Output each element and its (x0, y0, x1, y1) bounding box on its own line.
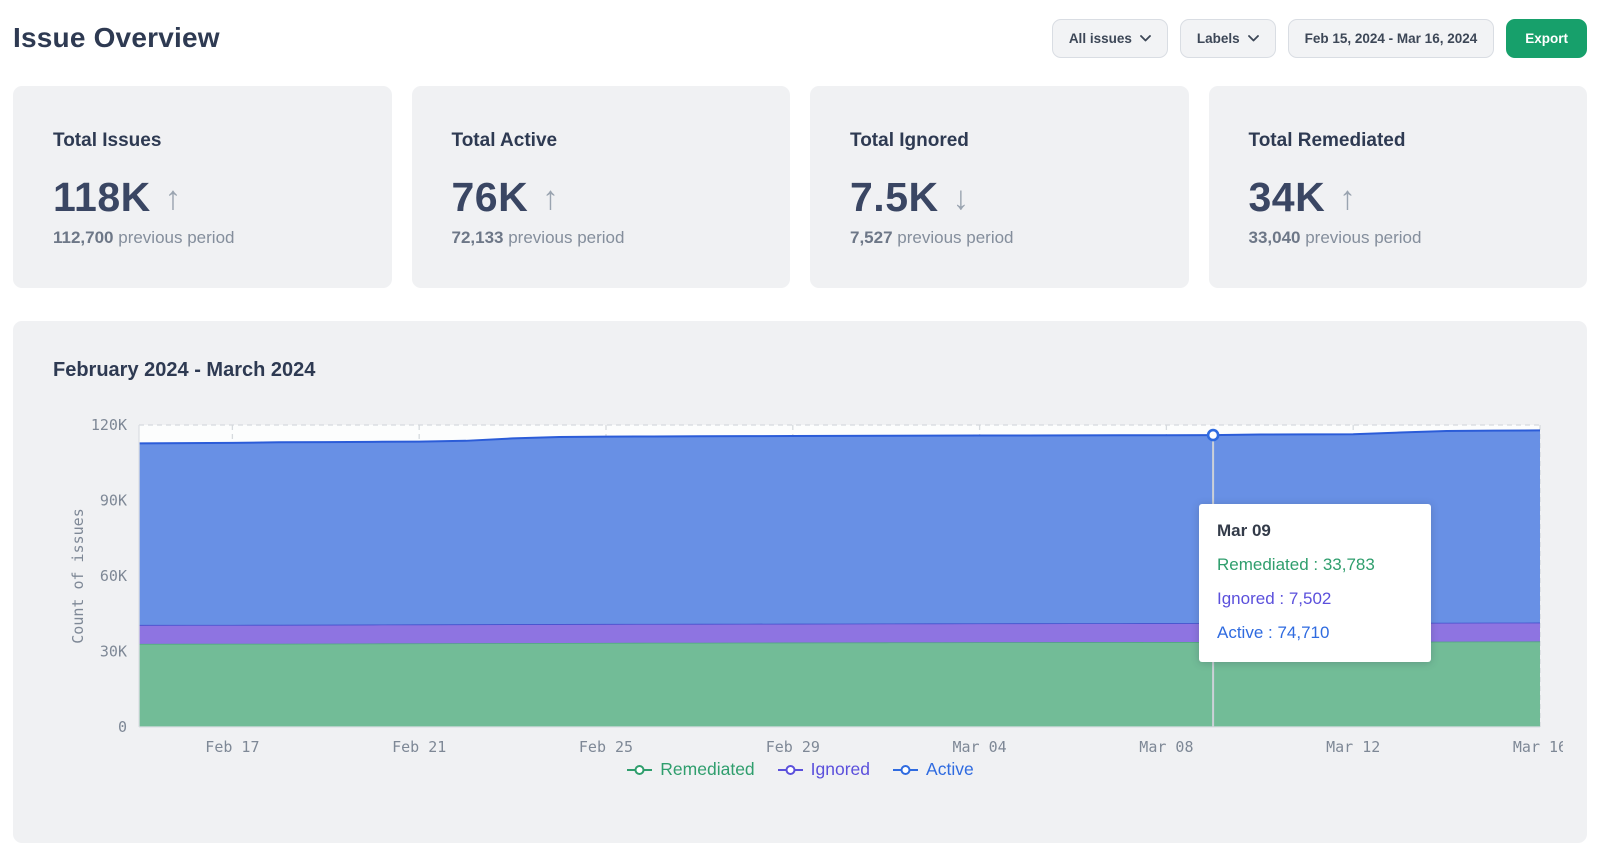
tooltip-active-value: Active : 74,710 (1217, 623, 1413, 643)
date-range-label: Feb 15, 2024 - Mar 16, 2024 (1305, 31, 1478, 46)
stat-value: 34K (1249, 174, 1326, 221)
svg-text:Feb 17: Feb 17 (205, 738, 259, 756)
stat-previous-period: 7,527 previous period (850, 228, 1149, 248)
stat-previous-label: previous period (504, 228, 625, 247)
svg-text:Mar 12: Mar 12 (1326, 738, 1380, 756)
tooltip-date: Mar 09 (1217, 521, 1413, 541)
legend-marker-icon (892, 764, 919, 776)
chevron-down-icon (1140, 35, 1151, 42)
issues-filter-dropdown[interactable]: All issues (1052, 19, 1168, 58)
stat-previous-label: previous period (1301, 228, 1422, 247)
labels-filter-label: Labels (1197, 31, 1240, 46)
stat-previous-label: previous period (893, 228, 1014, 247)
issues-chart-card: February 2024 - March 2024 0 30K 60K 90K 120… (13, 321, 1587, 843)
chart-title: February 2024 - March 2024 (53, 359, 315, 382)
svg-text:Mar 08: Mar 08 (1139, 738, 1193, 756)
chart-tooltip: Mar 09 Remediated : 33,783 Ignored : 7,5… (1199, 504, 1431, 662)
stat-card-total-remediated: Total Remediated 34K ↑ 33,040 previous p… (1209, 86, 1588, 288)
stat-title: Total Active (452, 130, 751, 152)
stat-title: Total Issues (53, 130, 352, 152)
svg-text:Feb 21: Feb 21 (392, 738, 446, 756)
stat-previous-period: 72,133 previous period (452, 228, 751, 248)
trend-up-icon: ↑ (1339, 181, 1356, 214)
tooltip-remediated-value: Remediated : 33,783 (1217, 555, 1413, 575)
svg-text:Feb 29: Feb 29 (766, 738, 820, 756)
labels-filter-dropdown[interactable]: Labels (1180, 19, 1276, 58)
trend-down-icon: ↓ (953, 181, 970, 214)
page-title: Issue Overview (13, 22, 220, 54)
stat-card-total-issues: Total Issues 118K ↑ 112,700 previous per… (13, 86, 392, 288)
stat-previous-period: 33,040 previous period (1249, 228, 1548, 248)
legend-item-ignored[interactable]: Ignored (777, 759, 870, 780)
svg-text:Mar 16: Mar 16 (1513, 738, 1563, 756)
svg-text:Count of issues: Count of issues (69, 508, 87, 643)
stat-previous-value: 72,133 (452, 228, 504, 247)
trend-up-icon: ↑ (542, 181, 559, 214)
legend-item-active[interactable]: Active (892, 759, 974, 780)
chevron-down-icon (1248, 35, 1259, 42)
svg-text:60K: 60K (100, 567, 127, 585)
svg-text:120K: 120K (91, 416, 127, 434)
legend-item-remediated[interactable]: Remediated (626, 759, 754, 780)
legend-label: Remediated (660, 759, 754, 780)
stat-previous-value: 112,700 (53, 228, 114, 247)
legend-marker-icon (626, 764, 653, 776)
chart-legend: Remediated Ignored Active (13, 759, 1587, 780)
svg-text:Mar 04: Mar 04 (953, 738, 1007, 756)
stat-card-total-ignored: Total Ignored 7.5K ↓ 7,527 previous peri… (810, 86, 1189, 288)
date-range-picker[interactable]: Feb 15, 2024 - Mar 16, 2024 (1288, 19, 1495, 58)
svg-text:30K: 30K (100, 643, 127, 661)
stat-value: 76K (452, 174, 529, 221)
header: Issue Overview All issues Labels Feb 15,… (13, 0, 1587, 60)
stat-previous-value: 7,527 (850, 228, 893, 247)
legend-marker-icon (777, 764, 804, 776)
svg-text:Feb 25: Feb 25 (579, 738, 633, 756)
legend-label: Ignored (811, 759, 870, 780)
stat-title: Total Remediated (1249, 130, 1548, 152)
stat-previous-period: 112,700 previous period (53, 228, 352, 248)
stat-previous-label: previous period (114, 228, 235, 247)
stat-value: 118K (53, 174, 151, 221)
stat-cards-row: Total Issues 118K ↑ 112,700 previous per… (13, 86, 1587, 288)
export-button[interactable]: Export (1506, 19, 1587, 58)
tooltip-ignored-value: Ignored : 7,502 (1217, 589, 1413, 609)
issues-filter-label: All issues (1069, 31, 1132, 46)
stat-value: 7.5K (850, 174, 939, 221)
svg-text:0: 0 (118, 718, 127, 736)
dashboard-page: Issue Overview All issues Labels Feb 15,… (0, 0, 1600, 843)
stat-title: Total Ignored (850, 130, 1149, 152)
trend-up-icon: ↑ (165, 181, 182, 214)
stat-previous-value: 33,040 (1249, 228, 1301, 247)
legend-label: Active (926, 759, 974, 780)
svg-text:90K: 90K (100, 492, 127, 510)
stat-card-total-active: Total Active 76K ↑ 72,133 previous perio… (412, 86, 791, 288)
header-controls: All issues Labels Feb 15, 2024 - Mar 16,… (1052, 19, 1587, 58)
